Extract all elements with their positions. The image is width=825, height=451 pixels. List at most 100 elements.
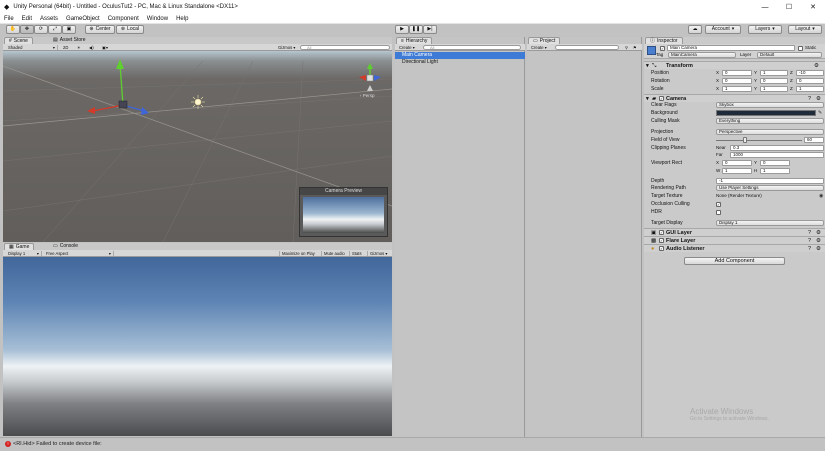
viewport-h-input[interactable]: 1 [760,168,790,174]
cloud-button[interactable]: ☁ [688,25,702,34]
tag-dropdown[interactable]: MainCamera [668,52,736,58]
persp-label[interactable]: ‹ Persp [360,93,375,98]
menu-file[interactable]: File [0,16,18,22]
maximize-on-play-toggle[interactable]: Maximize on Play [279,251,317,256]
pivot-local-button[interactable]: ⊛ Local [116,25,144,34]
mute-audio-toggle[interactable]: Mute audio [321,251,347,256]
rotate-tool-button[interactable]: ⟳ [34,25,48,34]
minimize-button[interactable]: — [753,0,777,14]
viewport-w-input[interactable]: 1 [722,168,752,174]
position-y-input[interactable]: 1 [760,70,788,76]
effects-toggle-icon[interactable]: ▣▾ [100,45,110,50]
depth-input[interactable]: -1 [716,178,824,184]
tab-project[interactable]: ▭ Project [528,37,561,44]
menu-edit[interactable]: Edit [18,16,36,22]
far-input[interactable]: 1000 [730,152,824,158]
play-button[interactable]: ▶ [395,25,409,34]
object-active-checkbox[interactable]: ✓ [660,46,665,51]
gui-layer-header[interactable]: ▣ ✓ GUI Layer ? ⚙ [644,228,825,236]
tab-scene[interactable]: # Scene [4,37,33,44]
flare-layer-enabled-checkbox[interactable]: ✓ [659,238,664,243]
settings-gear-icon[interactable]: ⚙ [816,245,821,253]
step-button[interactable]: ▶| [423,25,437,34]
hierarchy-create-dropdown[interactable]: Create ▾ [397,45,417,50]
target-texture-field[interactable]: None (Render Texture) [716,193,816,199]
occlusion-culling-checkbox[interactable]: ✓ [716,202,721,207]
status-message[interactable]: <RI.Hid> Failed to create device file: [13,441,102,447]
culling-mask-dropdown[interactable]: Everything [716,118,824,124]
aspect-dropdown[interactable]: Free Aspect ▾ [44,251,114,256]
background-color-field[interactable] [716,110,816,116]
rendering-path-dropdown[interactable]: Use Player Settings [716,185,824,191]
2d-toggle[interactable]: 2D [61,45,70,50]
layer-dropdown[interactable]: Default [757,52,822,58]
display-dropdown[interactable]: Display 1 ▾ [6,251,42,256]
tab-asset-store[interactable]: ▤ Asset Store [49,37,90,44]
position-z-input[interactable]: -10 [796,70,824,76]
audio-toggle-icon[interactable]: ◀) [87,45,96,50]
scale-z-input[interactable]: 1 [796,86,824,92]
layers-dropdown[interactable]: Layers ▾ [748,25,782,34]
projection-dropdown[interactable]: Perspective [716,129,824,135]
help-icon[interactable]: ? [808,245,811,253]
scale-x-input[interactable]: 1 [722,86,752,92]
pause-button[interactable]: ❚❚ [409,25,423,34]
tab-game[interactable]: ▦ Game [4,243,35,250]
layout-dropdown[interactable]: Layout ▾ [788,25,822,34]
scene-search-input[interactable]: All [300,45,390,50]
filter-label-icon[interactable]: ⚑ [631,45,639,50]
filter-type-icon[interactable]: ⚲ [623,45,630,50]
transform-header[interactable]: ▾ ⤡ Transform ⚙ [644,61,825,69]
fov-slider-handle[interactable] [743,137,747,143]
tab-console[interactable]: ▭ Console [49,243,82,250]
menu-component[interactable]: Component [104,16,143,22]
position-x-input[interactable]: 0 [722,70,752,76]
game-viewport[interactable] [3,257,392,436]
rotation-y-input[interactable]: 0 [760,78,788,84]
scale-y-input[interactable]: 1 [760,86,788,92]
tab-inspector[interactable]: ⓘ Inspector [645,37,683,44]
scale-tool-button[interactable]: ⤢ [48,25,62,34]
viewport-y-input[interactable]: 0 [760,160,790,166]
object-name-input[interactable]: Main Camera [667,45,795,51]
fov-input[interactable]: 60 [804,137,824,143]
fov-slider[interactable] [716,140,802,141]
near-input[interactable]: 0.3 [730,145,824,151]
hand-tool-button[interactable]: ✋ [6,25,20,34]
viewport-x-input[interactable]: 0 [722,160,752,166]
tab-hierarchy[interactable]: ≡ Hierarchy [396,37,433,44]
stats-toggle[interactable]: Stats [349,251,364,256]
project-create-dropdown[interactable]: Create ▾ [529,45,549,50]
menu-assets[interactable]: Assets [36,16,62,22]
gui-layer-enabled-checkbox[interactable]: ✓ [659,230,664,235]
static-checkbox[interactable] [798,46,803,51]
add-component-button[interactable]: Add Component [684,257,785,265]
rect-tool-button[interactable]: ▣ [62,25,76,34]
rotation-x-input[interactable]: 0 [722,78,752,84]
audio-listener-header[interactable]: ● ✓ Audio Listener ? ⚙ [644,244,825,252]
rotation-z-input[interactable]: 0 [796,78,824,84]
move-tool-button[interactable]: ✥ [20,25,34,34]
close-button[interactable]: ✕ [801,0,825,14]
maximize-button[interactable]: ☐ [777,0,801,14]
project-search-input[interactable] [555,45,619,50]
target-display-dropdown[interactable]: Display 1 [716,220,824,226]
eyedropper-icon[interactable]: ✎ [818,110,822,116]
hierarchy-item-directional-light[interactable]: Directional Light [395,59,525,66]
lighting-toggle-icon[interactable]: ☀ [75,45,83,50]
shading-mode-dropdown[interactable]: Shaded ▾ [6,45,58,50]
settings-gear-icon[interactable]: ⚙ [814,62,819,70]
clear-flags-dropdown[interactable]: Skybox [716,102,824,108]
account-dropdown[interactable]: Account ▾ [705,25,741,34]
pivot-center-button[interactable]: ⊕ Center [85,25,115,34]
hierarchy-search-input[interactable]: All [423,45,521,50]
object-picker-icon[interactable]: ◉ [819,193,823,199]
flare-layer-header[interactable]: ▩ ✓ Flare Layer ? ⚙ [644,236,825,244]
game-gizmos-dropdown[interactable]: Gizmos ▾ [367,251,389,256]
gizmos-dropdown[interactable]: Gizmos ▾ [276,45,297,50]
menu-window[interactable]: Window [143,16,172,22]
audio-listener-enabled-checkbox[interactable]: ✓ [659,246,664,251]
menu-gameobject[interactable]: GameObject [62,16,104,22]
hierarchy-item-main-camera[interactable]: Main Camera [395,52,525,59]
view-orientation-gizmo[interactable] [355,63,385,93]
